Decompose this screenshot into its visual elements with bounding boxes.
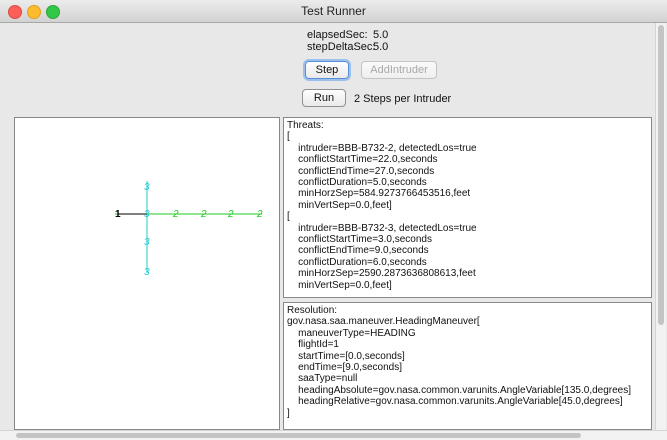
intruder-3-point: 3 xyxy=(144,182,150,193)
horizontal-scroll-thumb[interactable] xyxy=(16,433,581,438)
run-button[interactable]: Run xyxy=(302,89,346,107)
step-button[interactable]: Step xyxy=(305,61,349,79)
intruder-3-point: 3 xyxy=(144,267,150,278)
control-panel: elapsedSec: 5.0 stepDeltaSec: 5.0 Step A… xyxy=(0,23,655,115)
intruder-2-point: 2 xyxy=(172,209,179,220)
step-delta-value: 5.0 xyxy=(373,41,389,53)
intruder-2-point: 2 xyxy=(200,209,207,220)
traffic-plot[interactable]: 3 3 3 3 2 2 2 2 1 xyxy=(14,117,280,430)
intruder-3-point: 3 xyxy=(144,237,150,248)
intruder-2-point: 2 xyxy=(256,209,263,220)
vertical-scroll-thumb[interactable] xyxy=(658,25,664,325)
run-info-label: 2 Steps per Intruder xyxy=(354,93,452,105)
resolution-text: Resolution: gov.nasa.saa.maneuver.Headin… xyxy=(287,305,632,419)
vertical-scrollbar[interactable] xyxy=(655,23,666,430)
title-bar[interactable]: Test Runner xyxy=(0,0,667,23)
intruder-3-point: 3 xyxy=(144,209,150,220)
intruder-2-point: 2 xyxy=(227,209,234,220)
elapsed-value: 5.0 xyxy=(373,29,389,41)
window-title: Test Runner xyxy=(301,4,366,18)
resolution-panel[interactable]: Resolution: gov.nasa.saa.maneuver.Headin… xyxy=(283,302,652,430)
threats-text: Threats: [ intruder=BBB-B732-2, detected… xyxy=(287,120,477,291)
elapsed-label: elapsedSec: xyxy=(307,29,368,41)
threats-panel[interactable]: Threats: [ intruder=BBB-B732-2, detected… xyxy=(283,117,652,298)
traffic-plot-canvas: 3 3 3 3 2 2 2 2 1 xyxy=(115,181,263,278)
add-intruder-button[interactable]: AddIntruder xyxy=(361,61,437,79)
step-delta-label: stepDeltaSec: xyxy=(307,41,376,53)
ownship-point: 1 xyxy=(115,209,121,220)
